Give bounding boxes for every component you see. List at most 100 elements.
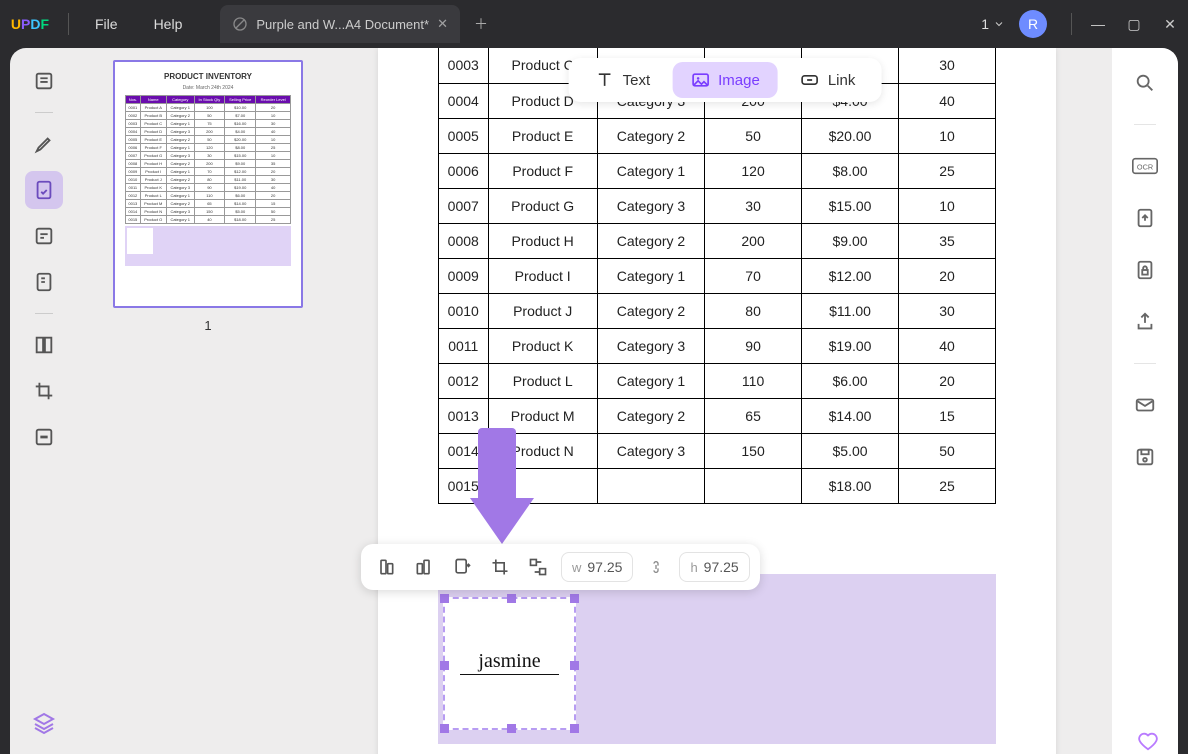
table-cell[interactable] bbox=[705, 468, 802, 503]
table-cell[interactable]: 50 bbox=[899, 433, 996, 468]
resize-handle-n[interactable] bbox=[507, 594, 516, 603]
rotate-left-button[interactable] bbox=[371, 552, 401, 582]
table-cell[interactable]: Category 2 bbox=[597, 293, 704, 328]
table-cell[interactable]: Product K bbox=[488, 328, 597, 363]
resize-handle-e[interactable] bbox=[570, 661, 579, 670]
table-cell[interactable]: Product J bbox=[488, 293, 597, 328]
table-cell[interactable]: 80 bbox=[705, 293, 802, 328]
table-cell[interactable]: 0005 bbox=[439, 118, 489, 153]
resize-handle-w[interactable] bbox=[440, 661, 449, 670]
table-cell[interactable]: 40 bbox=[899, 328, 996, 363]
rotate-right-button[interactable] bbox=[409, 552, 439, 582]
resize-handle-se[interactable] bbox=[570, 724, 579, 733]
table-row[interactable]: 0007Product GCategory 330$15.0010 bbox=[439, 188, 996, 223]
menu-file[interactable]: File bbox=[77, 16, 136, 32]
table-cell[interactable]: 50 bbox=[705, 118, 802, 153]
reader-tool[interactable] bbox=[25, 62, 63, 100]
menu-help[interactable]: Help bbox=[136, 16, 201, 32]
search-button[interactable] bbox=[1128, 66, 1162, 100]
resize-handle-sw[interactable] bbox=[440, 724, 449, 733]
table-cell[interactable]: 40 bbox=[899, 83, 996, 118]
text-tool[interactable]: Text bbox=[577, 62, 669, 98]
ocr-button[interactable]: OCR bbox=[1128, 149, 1162, 183]
table-cell[interactable]: $6.00 bbox=[802, 363, 899, 398]
table-cell[interactable]: 0004 bbox=[439, 83, 489, 118]
resize-handle-ne[interactable] bbox=[570, 594, 579, 603]
table-cell[interactable]: $15.00 bbox=[802, 188, 899, 223]
new-tab-button[interactable]: ＋ bbox=[474, 14, 488, 34]
table-cell[interactable]: Category 3 bbox=[597, 328, 704, 363]
convert-button[interactable] bbox=[1128, 201, 1162, 235]
table-cell[interactable]: Product L bbox=[488, 363, 597, 398]
selected-image[interactable]: jasmine bbox=[443, 597, 576, 730]
table-cell[interactable]: $8.00 bbox=[802, 153, 899, 188]
replace-button[interactable] bbox=[523, 552, 553, 582]
edit-tool[interactable] bbox=[25, 171, 63, 209]
share-button[interactable] bbox=[1128, 305, 1162, 339]
table-row[interactable]: 0005Product ECategory 250$20.0010 bbox=[439, 118, 996, 153]
table-cell[interactable]: 30 bbox=[705, 188, 802, 223]
table-row[interactable]: 0010Product JCategory 280$11.0030 bbox=[439, 293, 996, 328]
table-cell[interactable]: 25 bbox=[899, 153, 996, 188]
close-button[interactable]: ✕ bbox=[1152, 16, 1188, 33]
crop-tool[interactable] bbox=[25, 372, 63, 410]
document-tab[interactable]: Purple and W...A4 Document* ✕ bbox=[220, 5, 460, 43]
table-cell[interactable]: $19.00 bbox=[802, 328, 899, 363]
form-tool[interactable] bbox=[25, 263, 63, 301]
table-cell[interactable]: $9.00 bbox=[802, 223, 899, 258]
table-cell[interactable]: Product F bbox=[488, 153, 597, 188]
crop-button[interactable] bbox=[485, 552, 515, 582]
table-cell[interactable]: Category 2 bbox=[597, 398, 704, 433]
resize-handle-s[interactable] bbox=[507, 724, 516, 733]
highlight-tool[interactable] bbox=[25, 125, 63, 163]
user-avatar[interactable]: R bbox=[1019, 10, 1047, 38]
table-cell[interactable]: 30 bbox=[899, 48, 996, 83]
table-row[interactable]: 0008Product HCategory 2200$9.0035 bbox=[439, 223, 996, 258]
table-cell[interactable]: 150 bbox=[705, 433, 802, 468]
table-row[interactable]: 0012Product LCategory 1110$6.0020 bbox=[439, 363, 996, 398]
document-page[interactable]: 0003Product CCategory 175$16.00300004Pro… bbox=[378, 48, 1056, 754]
table-cell[interactable]: 0010 bbox=[439, 293, 489, 328]
table-cell[interactable]: 0009 bbox=[439, 258, 489, 293]
table-cell[interactable]: Product E bbox=[488, 118, 597, 153]
table-cell[interactable]: Product I bbox=[488, 258, 597, 293]
link-tool[interactable]: Link bbox=[782, 62, 874, 98]
lock-aspect-button[interactable] bbox=[641, 552, 671, 582]
organize-tool[interactable] bbox=[25, 326, 63, 364]
extract-button[interactable] bbox=[447, 552, 477, 582]
table-cell[interactable]: 70 bbox=[705, 258, 802, 293]
height-input[interactable]: h 97.25 bbox=[679, 552, 749, 582]
table-cell[interactable] bbox=[597, 468, 704, 503]
table-cell[interactable]: Category 1 bbox=[597, 258, 704, 293]
table-cell[interactable]: 0006 bbox=[439, 153, 489, 188]
table-cell[interactable]: 65 bbox=[705, 398, 802, 433]
table-cell[interactable]: Category 2 bbox=[597, 223, 704, 258]
table-cell[interactable]: $12.00 bbox=[802, 258, 899, 293]
table-cell[interactable]: Product G bbox=[488, 188, 597, 223]
table-cell[interactable]: $20.00 bbox=[802, 118, 899, 153]
table-cell[interactable]: 120 bbox=[705, 153, 802, 188]
table-cell[interactable]: 30 bbox=[899, 293, 996, 328]
page-thumbnail[interactable]: PRODUCT INVENTORY Date: March 24th 2024 … bbox=[113, 60, 303, 308]
table-row[interactable]: 0009Product ICategory 170$12.0020 bbox=[439, 258, 996, 293]
table-cell[interactable]: 90 bbox=[705, 328, 802, 363]
table-cell[interactable]: 0012 bbox=[439, 363, 489, 398]
protect-button[interactable] bbox=[1128, 253, 1162, 287]
table-cell[interactable]: Category 2 bbox=[597, 118, 704, 153]
table-cell[interactable]: 0007 bbox=[439, 188, 489, 223]
table-cell[interactable]: 20 bbox=[899, 258, 996, 293]
window-count[interactable]: 1 bbox=[981, 16, 1005, 32]
table-cell[interactable]: 35 bbox=[899, 223, 996, 258]
image-tool[interactable]: Image bbox=[672, 62, 778, 98]
table-cell[interactable]: 0003 bbox=[439, 48, 489, 83]
table-cell[interactable]: 10 bbox=[899, 188, 996, 223]
table-cell[interactable]: 10 bbox=[899, 118, 996, 153]
table-cell[interactable]: Category 1 bbox=[597, 153, 704, 188]
table-cell[interactable]: 110 bbox=[705, 363, 802, 398]
table-cell[interactable]: Category 3 bbox=[597, 433, 704, 468]
table-cell[interactable]: $11.00 bbox=[802, 293, 899, 328]
minimize-button[interactable]: — bbox=[1080, 16, 1116, 32]
table-cell[interactable]: Product H bbox=[488, 223, 597, 258]
close-tab-icon[interactable]: ✕ bbox=[437, 16, 448, 32]
layers-button[interactable] bbox=[25, 704, 63, 742]
